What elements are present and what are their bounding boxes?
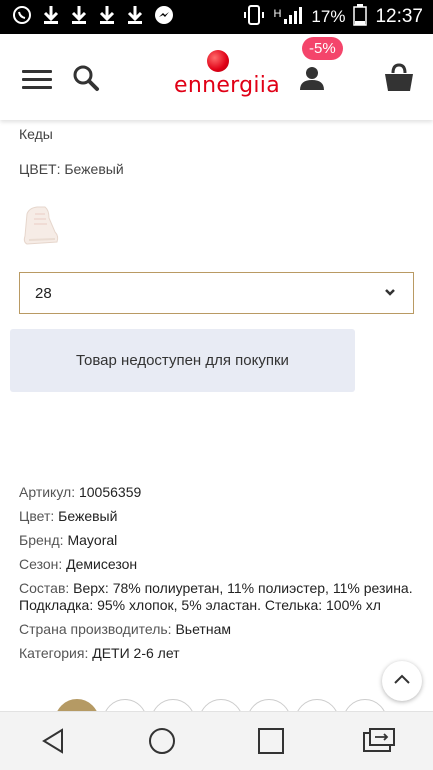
spec-value: Демисезон <box>66 556 138 572</box>
spec-value: Mayoral <box>67 532 118 548</box>
spec-label: Сезон: <box>19 556 63 572</box>
spec-composition: Состав: Верх: 78% полиуретан, 11% полиэс… <box>19 580 419 614</box>
share-button[interactable] <box>199 699 243 711</box>
facebook-messenger-icon <box>154 5 174 30</box>
share-button[interactable] <box>247 699 291 711</box>
spec-label: Страна производитель: <box>19 621 172 637</box>
scroll-to-top-button[interactable] <box>382 661 422 701</box>
share-button[interactable] <box>343 699 385 711</box>
spec-season: Сезон: Демисезон <box>19 556 419 573</box>
spec-label: Состав: <box>19 580 70 596</box>
download-icon <box>126 5 144 30</box>
phone-icon <box>243 4 265 31</box>
spec-value: Верх: 78% полиуретан, 11% полиэстер, 11%… <box>19 580 413 613</box>
viber-icon <box>12 5 32 30</box>
spec-article: Артикул: 10056359 <box>19 484 419 501</box>
status-bar: H 17% 12:37 <box>0 0 433 34</box>
spec-value: Вьетнам <box>175 621 231 637</box>
battery-icon <box>353 3 368 31</box>
download-icon <box>98 5 116 30</box>
spec-label: Категория: <box>19 645 89 661</box>
signal-icon <box>283 5 303 30</box>
recents-icon[interactable] <box>251 721 291 761</box>
size-select[interactable]: 28 <box>19 272 414 314</box>
chevron-up-icon <box>392 669 412 694</box>
android-nav-bar <box>0 711 433 770</box>
clock: 12:37 <box>375 6 423 27</box>
chevron-down-icon <box>383 285 397 303</box>
user-icon[interactable] <box>298 64 326 97</box>
download-icon <box>42 5 60 30</box>
back-icon[interactable] <box>34 721 74 761</box>
network-type-label: H <box>273 7 282 20</box>
product-color: ЦВЕТ: Бежевый <box>19 161 124 177</box>
spec-brand: Бренд: Mayoral <box>19 532 419 549</box>
cart-icon[interactable] <box>383 62 415 99</box>
battery-percent: 17% <box>311 7 346 26</box>
share-button[interactable] <box>151 699 195 711</box>
spec-value: ДЕТИ 2-6 лет <box>92 645 180 661</box>
search-icon[interactable] <box>72 64 100 97</box>
menu-icon[interactable] <box>22 70 52 90</box>
unavailable-button-label: Товар недоступен для покупки <box>76 352 289 369</box>
spec-category: Категория: ДЕТИ 2-6 лет <box>19 645 419 662</box>
share-buttons <box>55 699 385 711</box>
spec-label: Артикул: <box>19 484 76 500</box>
spec-value: 10056359 <box>78 484 142 500</box>
spec-label: Цвет: <box>19 508 55 524</box>
home-icon[interactable] <box>142 721 182 761</box>
share-button[interactable] <box>55 699 99 711</box>
site-header: ennergiia -5% <box>0 34 433 120</box>
share-button[interactable] <box>103 699 147 711</box>
discount-badge: -5% <box>302 37 343 60</box>
spec-color: Цвет: Бежевый <box>19 508 419 525</box>
product-name: Кеды <box>19 126 53 142</box>
spec-country: Страна производитель: Вьетнам <box>19 621 419 638</box>
download-icon <box>70 5 88 30</box>
spec-label: Бренд: <box>19 532 64 548</box>
product-specs: Артикул: 10056359 Цвет: Бежевый Бренд: M… <box>19 484 419 669</box>
screen-share-icon[interactable] <box>359 721 399 761</box>
logo-ball <box>207 50 229 72</box>
share-button[interactable] <box>295 699 339 711</box>
size-select-value: 28 <box>35 284 52 302</box>
logo[interactable]: ennergiia <box>174 50 280 106</box>
product-thumbnail[interactable] <box>19 192 61 254</box>
spec-value: Бежевый <box>58 508 118 524</box>
logo-text: ennergiia <box>174 73 280 98</box>
unavailable-button[interactable]: Товар недоступен для покупки <box>10 329 355 392</box>
